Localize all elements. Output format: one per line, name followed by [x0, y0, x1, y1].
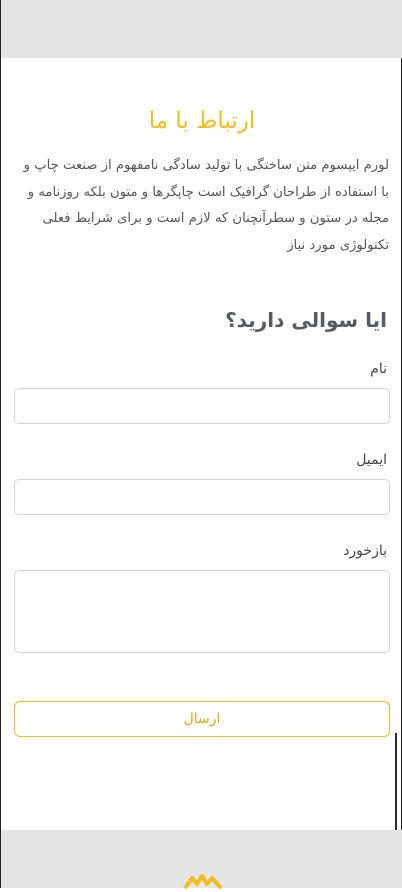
feedback-label: بازخورد — [343, 543, 387, 559]
name-label: نام — [370, 361, 387, 377]
name-field[interactable] — [14, 388, 390, 424]
header-bar — [1, 0, 402, 58]
contact-description: لورم ایپسوم متن ساختگی با تولید سادگی نا… — [23, 158, 389, 253]
page-title: ارتباط با ما — [148, 108, 256, 134]
brand-logo-icon — [183, 874, 223, 890]
form-heading: ایا سوالی دارید؟ — [225, 308, 387, 332]
feedback-textarea[interactable] — [14, 570, 390, 653]
footer-bar — [1, 830, 402, 890]
scrollbar-thumb[interactable] — [395, 733, 397, 837]
email-field[interactable] — [14, 479, 390, 515]
page-frame: ارتباط با ما لورم ایپسوم متن ساختگی با ت… — [0, 0, 402, 890]
email-label: ایمیل — [356, 452, 387, 468]
submit-button[interactable]: ارسال — [14, 701, 390, 737]
